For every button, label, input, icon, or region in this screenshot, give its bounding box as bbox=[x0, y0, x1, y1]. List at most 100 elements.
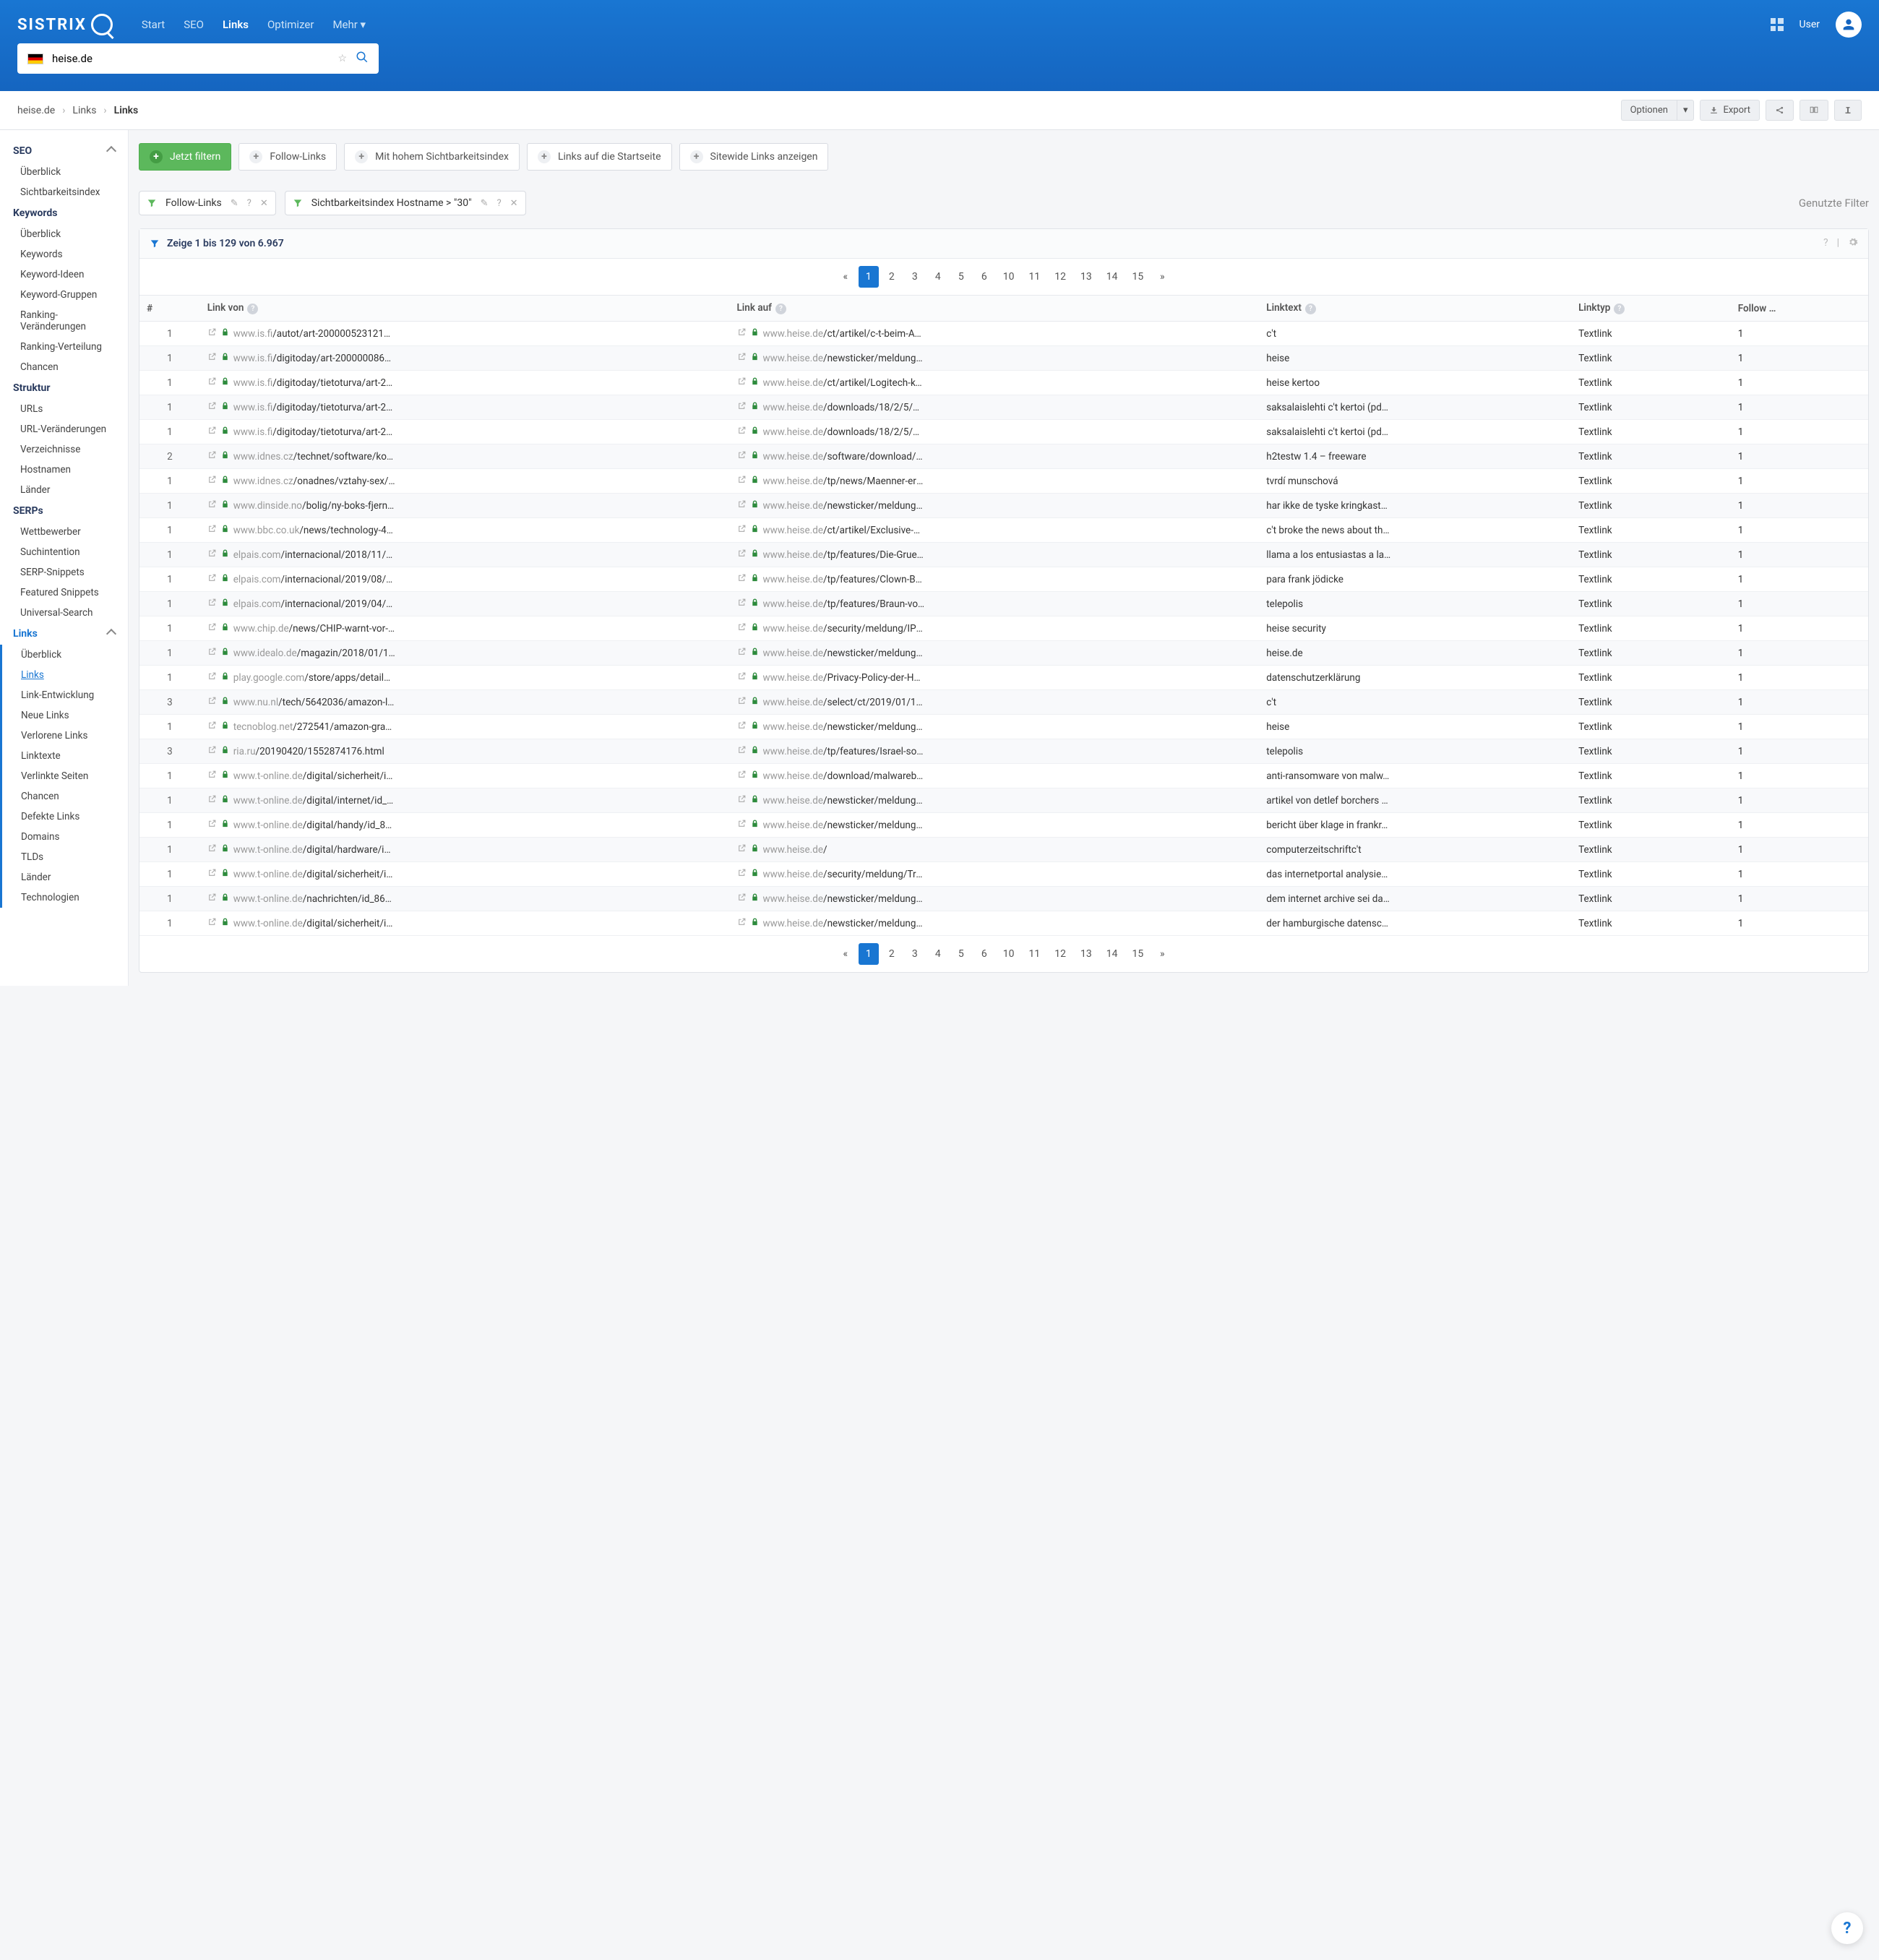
edit-icon[interactable]: ✎ bbox=[481, 198, 489, 209]
side-item[interactable]: Featured Snippets bbox=[0, 583, 128, 603]
side-item[interactable]: SERP-Snippets bbox=[0, 562, 128, 583]
external-icon[interactable] bbox=[207, 794, 217, 807]
table-row[interactable]: 1play.google.com/store/apps/details?id=…… bbox=[139, 666, 1868, 690]
external-icon[interactable] bbox=[207, 450, 217, 463]
page-btn[interactable]: « bbox=[835, 266, 856, 288]
filter-btn[interactable]: +Sitewide Links anzeigen bbox=[679, 143, 829, 171]
external-icon[interactable] bbox=[207, 499, 217, 512]
page-btn[interactable]: 5 bbox=[951, 266, 971, 288]
col-num[interactable]: # bbox=[139, 296, 200, 322]
external-icon[interactable] bbox=[737, 770, 747, 782]
help-icon[interactable]: ? bbox=[247, 304, 258, 314]
external-icon[interactable] bbox=[737, 745, 747, 757]
col-linktyp[interactable]: Linktyp? bbox=[1571, 296, 1731, 322]
external-icon[interactable] bbox=[207, 549, 217, 561]
table-row[interactable]: 1www.bbc.co.uk/news/technology-44003…www… bbox=[139, 518, 1868, 543]
table-row[interactable]: 1www.is.fi/digitoday/tietoturva/art-2000… bbox=[139, 395, 1868, 420]
external-icon[interactable] bbox=[207, 770, 217, 782]
external-icon[interactable] bbox=[737, 475, 747, 487]
side-item[interactable]: Verzeichnisse bbox=[0, 439, 128, 460]
flag-de-icon[interactable] bbox=[27, 53, 43, 64]
apps-icon[interactable] bbox=[1771, 18, 1784, 31]
side-item[interactable]: Chancen bbox=[2, 786, 128, 807]
external-icon[interactable] bbox=[737, 696, 747, 708]
external-icon[interactable] bbox=[207, 868, 217, 880]
star-icon[interactable]: ☆ bbox=[337, 53, 347, 64]
page-btn[interactable]: 12 bbox=[1049, 266, 1072, 288]
side-item[interactable]: Suchintention bbox=[0, 542, 128, 562]
page-btn[interactable]: 14 bbox=[1101, 266, 1124, 288]
side-item[interactable]: Ranking-Verteilung bbox=[0, 337, 128, 357]
external-icon[interactable] bbox=[737, 327, 747, 340]
side-item[interactable]: Sichtbarkeitsindex bbox=[0, 182, 128, 202]
external-icon[interactable] bbox=[737, 843, 747, 856]
page-btn[interactable]: 13 bbox=[1075, 943, 1098, 965]
external-icon[interactable] bbox=[737, 598, 747, 610]
user-label[interactable]: User bbox=[1800, 19, 1820, 30]
external-icon[interactable] bbox=[207, 843, 217, 856]
close-icon[interactable]: ✕ bbox=[510, 198, 518, 209]
table-row[interactable]: 1www.idealo.de/magazin/2018/01/12/ces-2…… bbox=[139, 641, 1868, 666]
side-sect-seo[interactable]: SEO bbox=[0, 140, 128, 162]
side-item[interactable]: Universal-Search bbox=[0, 603, 128, 623]
col-linktext[interactable]: Linktext? bbox=[1259, 296, 1571, 322]
external-icon[interactable] bbox=[207, 745, 217, 757]
help-icon[interactable]: ? bbox=[496, 198, 501, 209]
options-button[interactable]: Optionen bbox=[1621, 100, 1677, 121]
page-btn[interactable]: 1 bbox=[859, 266, 879, 288]
page-btn[interactable]: 10 bbox=[997, 266, 1020, 288]
table-row[interactable]: 1www.is.fi/digitoday/tietoturva/art-2000… bbox=[139, 420, 1868, 444]
external-icon[interactable] bbox=[737, 499, 747, 512]
nav-optimizer[interactable]: Optimizer bbox=[267, 18, 314, 31]
side-item[interactable]: Ranking-Veränderungen bbox=[0, 305, 128, 337]
share-button[interactable] bbox=[1766, 100, 1794, 121]
page-btn[interactable]: » bbox=[1152, 943, 1172, 965]
external-icon[interactable] bbox=[207, 598, 217, 610]
table-row[interactable]: 1www.t-online.de/digital/hardware/id_816… bbox=[139, 838, 1868, 862]
filter-btn[interactable]: +Links auf die Startseite bbox=[527, 143, 672, 171]
page-btn[interactable]: 10 bbox=[997, 943, 1020, 965]
help-icon[interactable]: ? bbox=[1823, 237, 1828, 250]
side-item[interactable]: Überblick bbox=[2, 645, 128, 665]
external-icon[interactable] bbox=[737, 524, 747, 536]
external-icon[interactable] bbox=[737, 647, 747, 659]
help-icon[interactable]: ? bbox=[1305, 304, 1316, 314]
table-row[interactable]: 1www.t-online.de/digital/internet/id_833… bbox=[139, 788, 1868, 813]
table-row[interactable]: 1www.dinside.no/bolig/ny-boks-fjerner-tv… bbox=[139, 494, 1868, 518]
col-from[interactable]: Link von? bbox=[200, 296, 730, 322]
page-btn[interactable]: 11 bbox=[1023, 266, 1046, 288]
page-btn[interactable]: 15 bbox=[1127, 943, 1150, 965]
filter-btn[interactable]: +Follow-Links bbox=[238, 143, 337, 171]
page-btn[interactable]: 12 bbox=[1049, 943, 1072, 965]
side-item[interactable]: Wettbewerber bbox=[0, 522, 128, 542]
external-icon[interactable] bbox=[737, 377, 747, 389]
page-btn[interactable]: 15 bbox=[1127, 266, 1150, 288]
col-to[interactable]: Link auf? bbox=[730, 296, 1260, 322]
avatar[interactable] bbox=[1836, 12, 1862, 38]
side-item[interactable]: Links bbox=[2, 665, 128, 685]
external-icon[interactable] bbox=[207, 671, 217, 684]
side-item[interactable]: Neue Links bbox=[2, 705, 128, 726]
external-icon[interactable] bbox=[207, 622, 217, 635]
side-item[interactable]: Defekte Links bbox=[2, 807, 128, 827]
page-btn[interactable]: 13 bbox=[1075, 266, 1098, 288]
external-icon[interactable] bbox=[207, 696, 217, 708]
side-item[interactable]: Verlinkte Seiten bbox=[2, 766, 128, 786]
close-icon[interactable]: ✕ bbox=[260, 198, 268, 209]
side-item[interactable]: Keyword-Gruppen bbox=[0, 285, 128, 305]
external-icon[interactable] bbox=[737, 622, 747, 635]
external-icon[interactable] bbox=[207, 401, 217, 413]
page-btn[interactable]: « bbox=[835, 943, 856, 965]
nav-start[interactable]: Start bbox=[142, 18, 165, 31]
page-btn[interactable]: 11 bbox=[1023, 943, 1046, 965]
external-icon[interactable] bbox=[737, 352, 747, 364]
nav-seo[interactable]: SEO bbox=[184, 18, 204, 31]
nav-mehr ▾[interactable]: Mehr ▾ bbox=[332, 18, 366, 31]
external-icon[interactable] bbox=[207, 377, 217, 389]
page-btn[interactable]: 14 bbox=[1101, 943, 1124, 965]
side-item[interactable]: Überblick bbox=[0, 224, 128, 244]
side-item[interactable]: Keywords bbox=[0, 244, 128, 265]
options-caret[interactable]: ▾ bbox=[1677, 100, 1695, 121]
side-sect-links[interactable]: Links bbox=[0, 623, 128, 645]
shortlink-button[interactable] bbox=[1834, 100, 1862, 121]
